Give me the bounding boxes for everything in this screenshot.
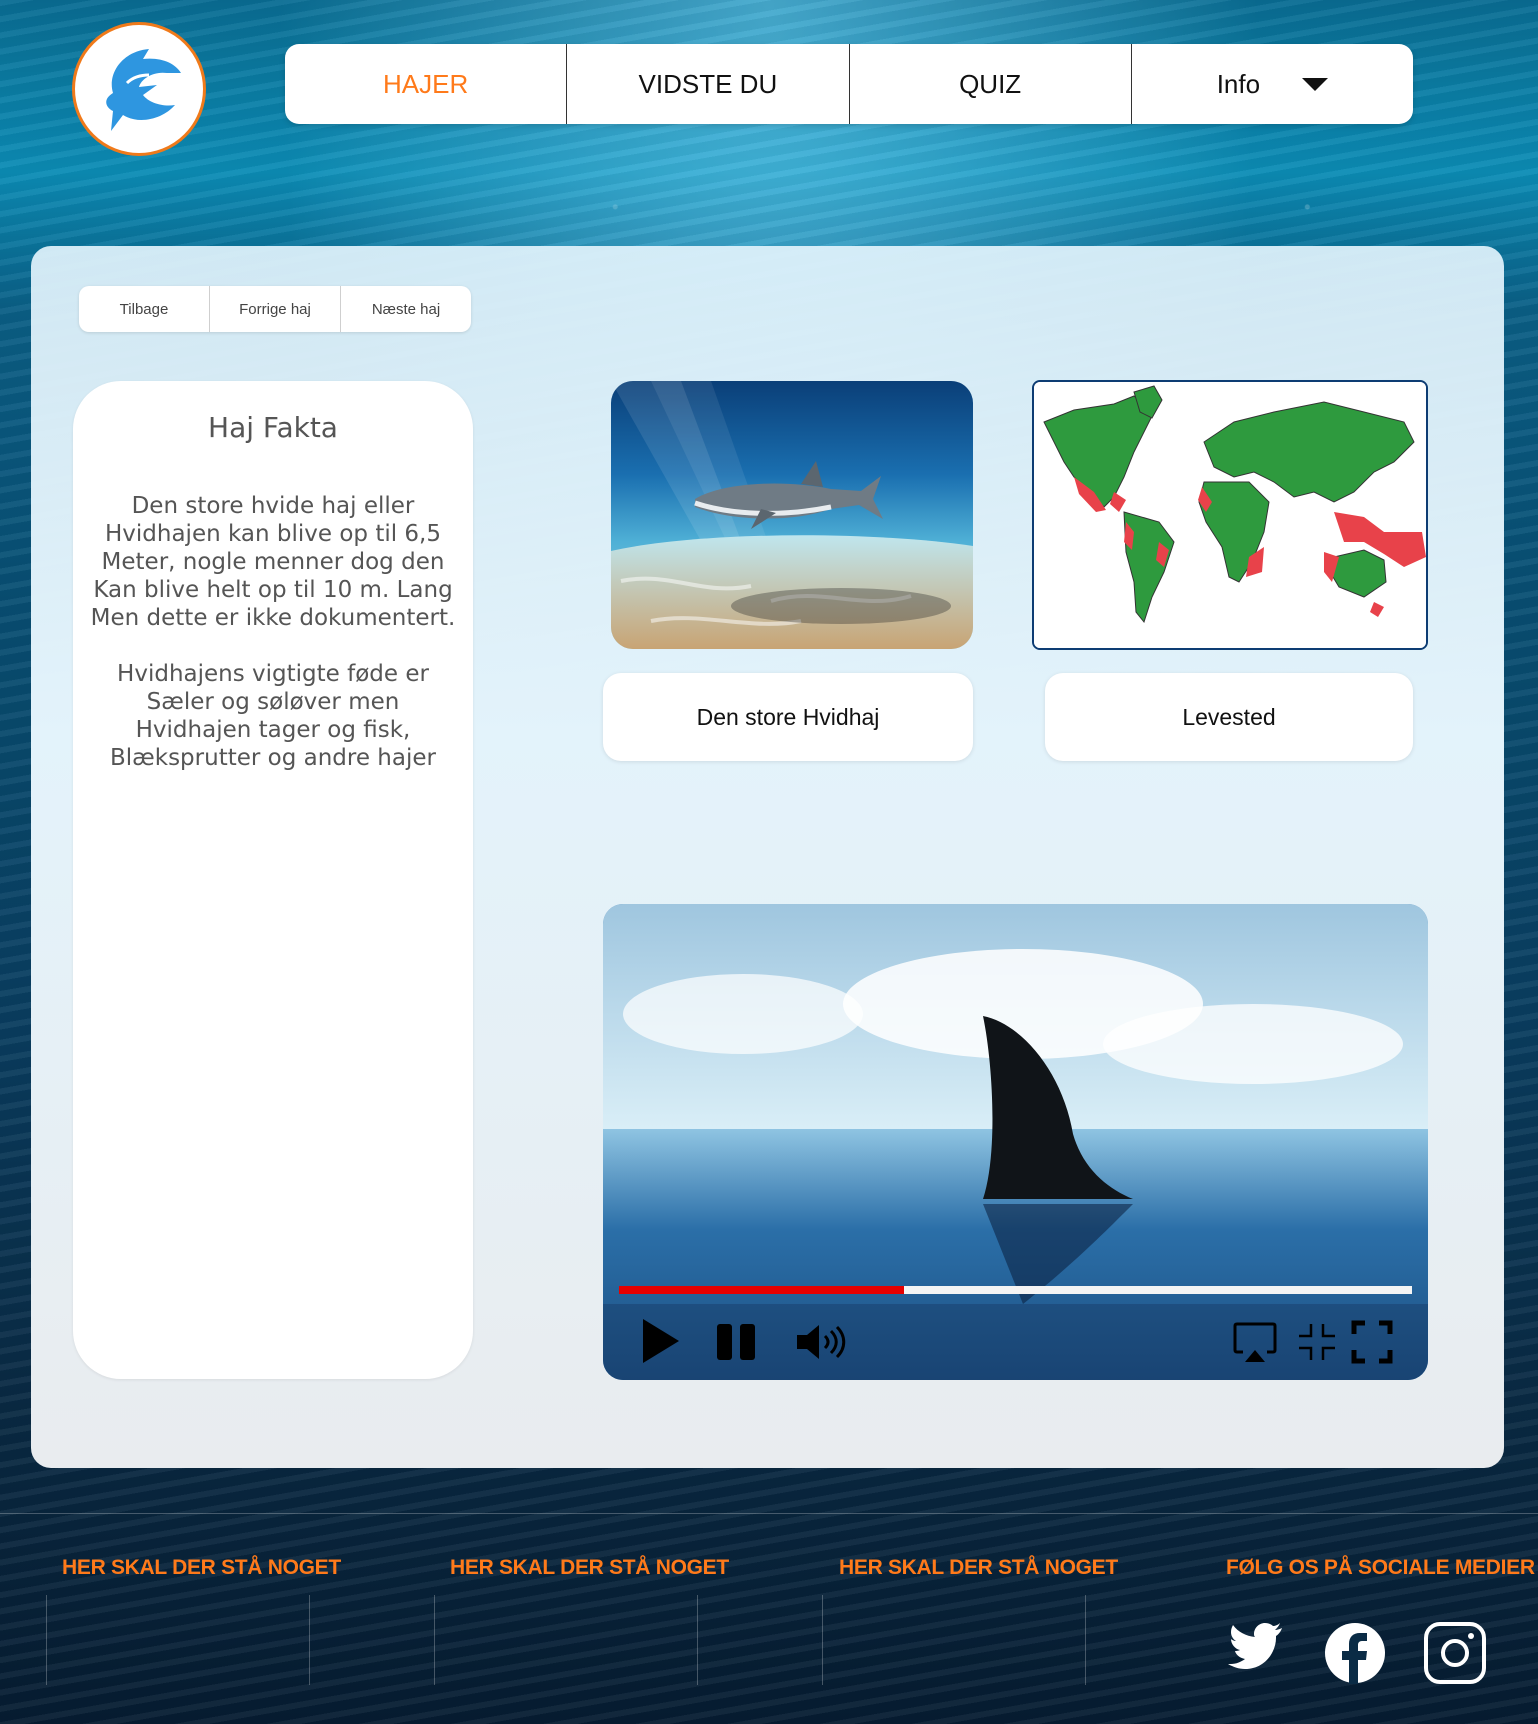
nav-quiz[interactable]: QUIZ — [848, 44, 1131, 124]
footer-heading-social: FØLG OS PÅ SOCIALE MEDIER — [1226, 1556, 1535, 1579]
facebook-icon[interactable] — [1324, 1622, 1386, 1684]
previous-shark-button[interactable]: Forrige haj — [209, 286, 340, 332]
nav-label: VIDSTE DU — [638, 68, 778, 99]
footer-column-1 — [46, 1595, 310, 1685]
facts-line: Den store hvide haj eller — [131, 493, 415, 519]
instagram-icon[interactable] — [1424, 1622, 1486, 1684]
video-progress-bar[interactable] — [619, 1286, 1412, 1294]
habitat-caption: Levested — [1182, 703, 1276, 730]
twitter-icon[interactable] — [1228, 1622, 1284, 1670]
nav-label: HAJER — [383, 68, 469, 99]
footer-heading-3: HER SKAL DER STÅ NOGET — [839, 1556, 1118, 1579]
footer-divider — [0, 1513, 1538, 1514]
shark-logo-icon — [106, 49, 181, 131]
shark-pager: Tilbage Forrige haj Næste haj — [79, 286, 471, 332]
back-button[interactable]: Tilbage — [79, 286, 209, 332]
facts-line: Hvidhajens vigtigte føde er — [117, 661, 429, 687]
volume-icon[interactable] — [795, 1322, 849, 1362]
facts-line: Blæksprutter og andre hajer — [110, 745, 436, 771]
next-shark-button[interactable]: Næste haj — [340, 286, 471, 332]
facts-line: Kan blive helt op til 10 m. Lang — [93, 577, 453, 603]
caret-down-icon — [1302, 77, 1329, 91]
main-navigation: HAJER VIDSTE DU QUIZ Info — [285, 44, 1413, 124]
nav-hajer[interactable]: HAJER — [285, 44, 566, 124]
nav-vidste-du[interactable]: VIDSTE DU — [566, 44, 848, 124]
nav-label: QUIZ — [959, 68, 1022, 99]
shark-caption: Den store Hvidhaj — [696, 703, 880, 730]
pause-icon[interactable] — [715, 1322, 759, 1362]
video-frame — [603, 904, 1428, 1380]
facts-line: Men dette er ikke dokumentert. — [90, 605, 456, 631]
footer-heading-2: HER SKAL DER STÅ NOGET — [450, 1556, 729, 1579]
habitat-caption-card[interactable]: Levested — [1045, 673, 1413, 761]
shark-photo[interactable] — [611, 381, 973, 649]
play-icon[interactable] — [641, 1317, 681, 1365]
airplay-icon[interactable] — [1233, 1322, 1277, 1364]
facts-line: Sæler og søløver men — [146, 689, 400, 715]
footer-column-3 — [822, 1595, 1086, 1685]
facts-line: Hvidhajen kan blive op til 6,5 — [104, 521, 441, 547]
nav-label: Info — [1216, 68, 1261, 99]
habitat-map[interactable] — [1032, 380, 1428, 650]
shark-facts-card: Haj Fakta Den store hvide haj eller Hvid… — [73, 381, 473, 1379]
site-logo[interactable] — [72, 22, 206, 156]
world-map-illustration — [1034, 382, 1426, 648]
exit-fullscreen-icon[interactable] — [1297, 1322, 1337, 1362]
facts-line: Hvidhajen tager og fisk, — [135, 717, 411, 743]
facts-paragraph-1: Den store hvide haj eller Hvidhajen kan … — [73, 492, 473, 632]
video-player[interactable] — [603, 904, 1428, 1380]
facts-title: Haj Fakta — [208, 411, 338, 444]
footer-heading-1: HER SKAL DER STÅ NOGET — [62, 1556, 341, 1579]
nav-info-dropdown[interactable]: Info — [1130, 44, 1413, 124]
footer-column-2 — [434, 1595, 698, 1685]
fullscreen-icon[interactable] — [1351, 1320, 1393, 1364]
shark-photo-illustration — [611, 381, 973, 649]
facts-line: Meter, nogle menner dog den — [101, 549, 445, 575]
video-progress-fill — [619, 1286, 905, 1294]
facts-paragraph-2: Hvidhajens vigtigte føde er Sæler og søl… — [73, 660, 473, 772]
shark-caption-card[interactable]: Den store Hvidhaj — [603, 673, 973, 761]
content-panel: Tilbage Forrige haj Næste haj Haj Fakta … — [31, 246, 1504, 1468]
